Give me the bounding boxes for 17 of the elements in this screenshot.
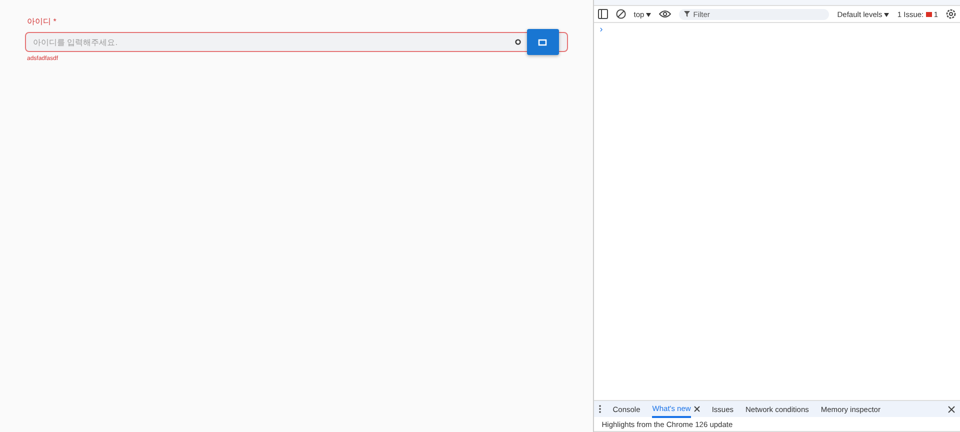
submit-button[interactable] [526,29,559,55]
filter-icon [684,11,690,17]
square-icon [538,38,548,46]
text-input[interactable]: 아이디를 입력해주세요. [26,34,515,50]
eye-icon[interactable] [659,10,672,18]
settings-icon[interactable] [946,9,956,19]
caret-icon [646,12,652,16]
more-options-icon[interactable] [598,405,601,413]
caret-icon [884,12,890,16]
close-icon[interactable] [948,406,955,412]
id-input-field[interactable]: 아이디를 입력해주세요. [25,32,568,52]
circle-icon [514,39,521,45]
console-prompt: › [598,23,604,35]
clear-console-icon[interactable] [616,9,626,19]
field-label: 아이디 * [27,16,58,27]
close-tab-icon[interactable] [694,406,700,412]
sidebar-icon[interactable] [598,9,608,19]
